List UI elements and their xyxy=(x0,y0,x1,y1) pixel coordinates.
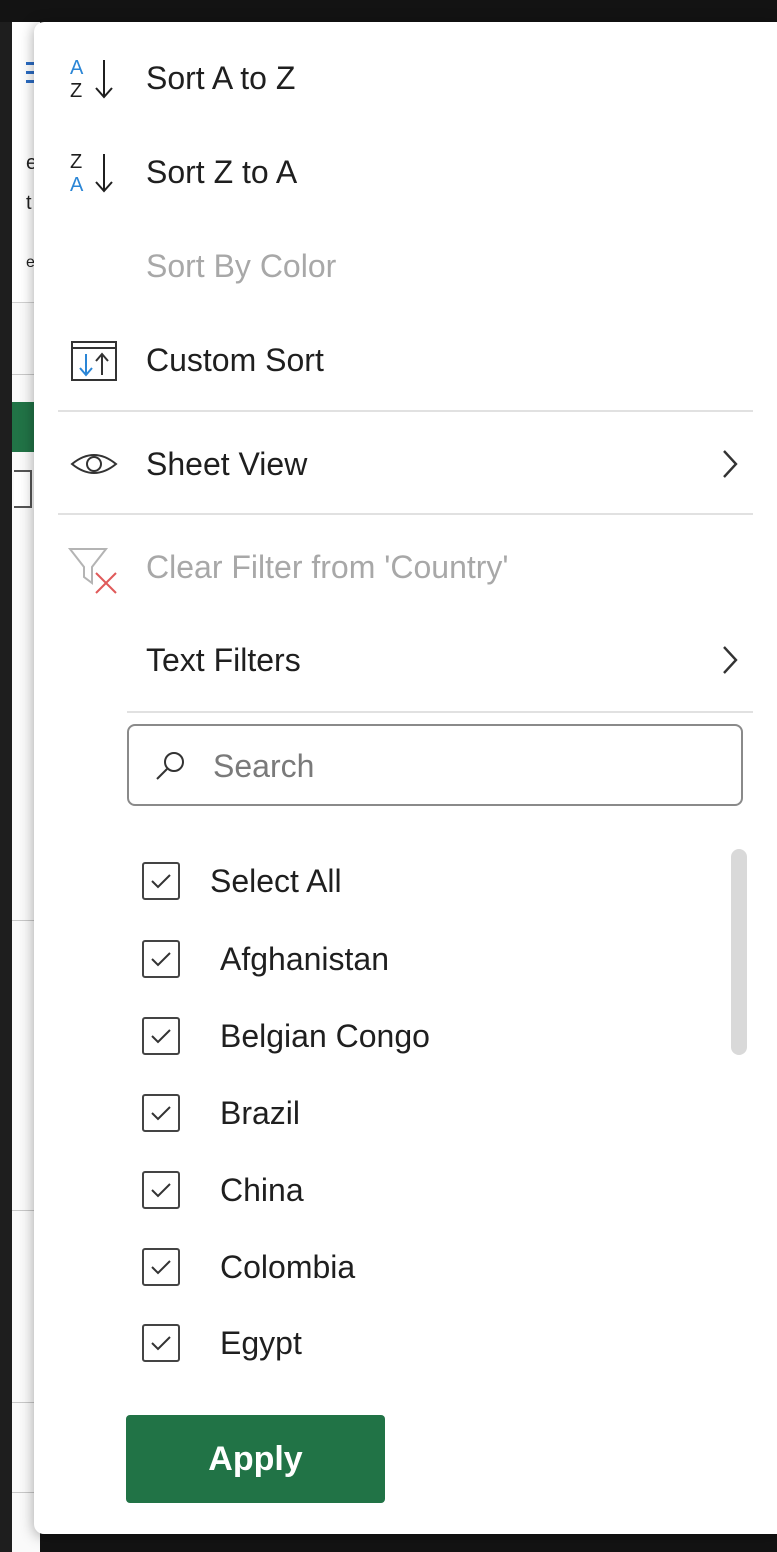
svg-text:A: A xyxy=(70,57,84,79)
checkmark-icon xyxy=(151,1183,171,1198)
list-item[interactable]: Colombia xyxy=(142,1237,702,1297)
chevron-right-icon xyxy=(717,446,743,482)
svg-text:A: A xyxy=(70,174,84,196)
clear-filter-label: Clear Filter from 'Country' xyxy=(146,548,509,585)
sort-z-to-a-item[interactable]: Z A Sort Z to A xyxy=(34,132,777,212)
svg-text:Z: Z xyxy=(70,80,82,102)
sort-a-to-z-item[interactable]: A Z Sort A to Z xyxy=(34,38,777,118)
search-box[interactable] xyxy=(127,724,743,806)
sort-by-color-label: Sort By Color xyxy=(146,247,337,284)
list-item-checkbox[interactable] xyxy=(142,1017,180,1055)
menu-divider xyxy=(127,711,753,713)
list-item-label: Afghanistan xyxy=(220,940,390,977)
select-all-row[interactable]: Select All xyxy=(142,851,702,911)
checkmark-icon xyxy=(151,874,171,889)
sheet-view-item[interactable]: Sheet View xyxy=(34,424,777,504)
svg-text:Z: Z xyxy=(70,151,82,173)
list-item[interactable]: Afghanistan xyxy=(142,929,702,989)
sort-descending-icon: Z A xyxy=(64,144,124,200)
checkmark-icon xyxy=(151,952,171,967)
list-item-checkbox[interactable] xyxy=(142,1171,180,1209)
apply-button[interactable]: Apply xyxy=(126,1415,385,1503)
select-all-checkbox[interactable] xyxy=(142,862,180,900)
list-item[interactable]: Egypt xyxy=(142,1313,702,1373)
filter-button-fragment xyxy=(14,470,32,508)
list-item-checkbox[interactable] xyxy=(142,1248,180,1286)
menu-divider xyxy=(58,410,753,412)
sort-ascending-icon: A Z xyxy=(64,50,124,106)
select-all-label: Select All xyxy=(210,862,342,899)
list-item-checkbox[interactable] xyxy=(142,1094,180,1132)
sort-by-color-item: Sort By Color xyxy=(34,226,777,306)
menu-divider xyxy=(58,513,753,515)
search-input[interactable] xyxy=(211,740,715,792)
list-item-label: Belgian Congo xyxy=(220,1017,430,1054)
filter-dropdown-panel: A Z Sort A to Z Z A Sort Z to A Sort By … xyxy=(34,22,777,1534)
sort-z-to-a-label: Sort Z to A xyxy=(146,153,298,190)
list-item-label: Colombia xyxy=(220,1248,356,1285)
list-item[interactable]: China xyxy=(142,1160,702,1220)
custom-sort-icon xyxy=(64,332,124,388)
ribbon-text-fragment: t xyxy=(26,192,32,214)
checkmark-icon xyxy=(151,1029,171,1044)
list-item-checkbox[interactable] xyxy=(142,940,180,978)
text-filters-item[interactable]: Text Filters xyxy=(34,620,777,700)
list-item-label: China xyxy=(220,1171,304,1208)
list-item-label: Brazil xyxy=(220,1094,301,1131)
custom-sort-item[interactable]: Custom Sort xyxy=(34,320,777,400)
list-item-checkbox[interactable] xyxy=(142,1324,180,1362)
filter-values-list: Select All Afghanistan Belgian Congo Bra… xyxy=(34,842,777,1382)
list-item[interactable]: Brazil xyxy=(142,1083,702,1143)
checkmark-icon xyxy=(151,1260,171,1275)
list-scrollbar[interactable] xyxy=(731,849,747,1055)
text-filters-label: Text Filters xyxy=(146,641,301,678)
sort-a-to-z-label: Sort A to Z xyxy=(146,59,296,96)
search-icon xyxy=(153,748,189,784)
checkmark-icon xyxy=(151,1106,171,1121)
sheet-view-label: Sheet View xyxy=(146,445,308,482)
custom-sort-label: Custom Sort xyxy=(146,341,324,378)
list-item[interactable]: Belgian Congo xyxy=(142,1006,702,1066)
list-item-label: Egypt xyxy=(220,1324,302,1361)
chevron-right-icon xyxy=(717,642,743,678)
clear-filter-icon xyxy=(64,539,124,595)
window-edge xyxy=(0,22,12,1552)
eye-icon xyxy=(64,436,124,492)
clear-filter-item: Clear Filter from 'Country' xyxy=(34,527,777,607)
checkmark-icon xyxy=(151,1336,171,1351)
